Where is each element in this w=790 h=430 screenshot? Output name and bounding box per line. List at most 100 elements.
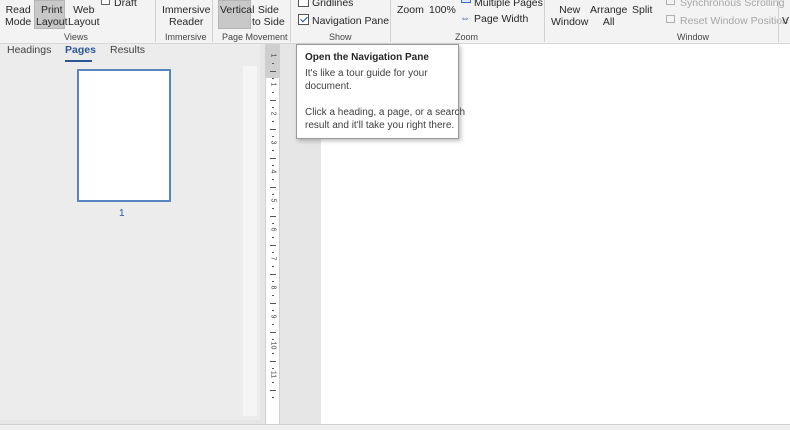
navigation-pane-tooltip: Open the Navigation Pane It's like a tou…	[296, 44, 465, 139]
tab-results[interactable]: Results	[110, 44, 145, 56]
ruler-tick	[270, 302, 276, 304]
ruler-number: 6	[269, 227, 277, 232]
gridlines-checkbox[interactable]	[298, 0, 309, 7]
web-layout-label-2: Layout	[68, 16, 100, 28]
page-width-button[interactable]: Page Width	[474, 13, 528, 25]
read-mode-label-2: Mode	[5, 16, 32, 28]
page-width-icon: ⇔	[460, 13, 470, 24]
ruler-tick	[272, 324, 274, 326]
sync-scrolling-icon	[666, 0, 675, 5]
ruler-tick	[270, 273, 276, 275]
ribbon-overflow[interactable]: V	[782, 15, 789, 27]
tooltip-title: Open the Navigation Pane	[305, 52, 429, 63]
ribbon-view-tab: Read Mode Print Layout Web Layout Draft …	[0, 0, 790, 44]
new-window-button[interactable]: New Window	[551, 4, 588, 28]
ruler-number: 8	[269, 285, 277, 290]
tab-headings[interactable]: Headings	[7, 44, 51, 56]
multiple-pages-icon	[461, 0, 471, 3]
navigation-pane: Headings Pages Results 1	[0, 44, 260, 420]
arrange-all-button[interactable]: Arrange All	[590, 4, 627, 28]
ruler-number: 3	[269, 140, 277, 145]
immersive-group-label: Immersive	[165, 32, 207, 42]
immersive-reader-label-1: Immersive	[162, 4, 211, 16]
ruler-tick	[270, 157, 276, 159]
ruler-top-margin	[266, 44, 280, 78]
ruler-tick	[270, 70, 276, 72]
separator	[390, 0, 391, 42]
ruler-tick	[270, 244, 276, 246]
tooltip-line: document.	[305, 81, 352, 92]
ruler-tick	[272, 208, 274, 210]
reset-window-position-button[interactable]: Reset Window Position	[680, 15, 788, 27]
zoom-button[interactable]: Zoom	[397, 4, 424, 16]
read-mode-button[interactable]: Read Mode	[5, 4, 31, 28]
tooltip-line: It's like a tour guide for your	[305, 68, 428, 79]
ruler-number: 5	[269, 198, 277, 203]
ruler-number: 1	[269, 82, 277, 87]
tab-pages[interactable]: Pages	[65, 44, 96, 56]
ruler-tick	[272, 295, 274, 297]
split-button[interactable]: Split	[632, 4, 652, 16]
word-window: Read Mode Print Layout Web Layout Draft …	[0, 0, 790, 430]
gridlines-label: Gridlines	[312, 0, 354, 9]
ruler-number: 2	[269, 111, 277, 116]
draft-icon	[101, 0, 110, 5]
ruler-tick	[270, 128, 276, 130]
nav-pane-scrollbar[interactable]	[243, 66, 257, 416]
ruler-tick	[272, 92, 274, 94]
ruler-number: 10	[269, 341, 277, 350]
zoom-group-label: Zoom	[455, 32, 479, 42]
ruler-number: 1	[269, 53, 277, 58]
immersive-reader-label-2: Reader	[168, 16, 204, 28]
print-layout-label-1: Print	[40, 4, 63, 16]
separator	[290, 0, 291, 42]
ruler-tick	[270, 99, 276, 101]
ruler-tick	[270, 331, 276, 333]
reset-window-icon	[666, 15, 675, 23]
separator	[778, 0, 779, 42]
read-mode-label-1: Read	[5, 4, 31, 16]
active-tab-indicator	[65, 60, 92, 62]
side-to-side-label-2: to Side	[252, 16, 285, 28]
separator	[544, 0, 545, 42]
side-to-side-button[interactable]: Side to Side	[252, 4, 285, 28]
web-layout-button[interactable]: Web Layout	[68, 4, 100, 28]
page-thumbnail-number: 1	[119, 208, 125, 219]
views-group-label: Views	[64, 32, 88, 42]
ruler-tick	[270, 186, 276, 188]
ruler-number: 4	[269, 169, 277, 174]
ruler-number: 11	[269, 370, 277, 379]
tooltip-line: Click a heading, a page, or a search	[305, 107, 466, 118]
show-group-label: Show	[329, 32, 352, 42]
side-to-side-label-1: Side	[257, 4, 279, 16]
separator	[212, 0, 213, 42]
new-window-label-1: New	[559, 4, 581, 16]
navigation-pane-label: Navigation Pane	[312, 15, 390, 27]
zoom-100-button[interactable]: 100%	[429, 4, 456, 16]
status-bar	[0, 424, 790, 430]
new-window-label-2: Window	[551, 16, 589, 28]
vertical-label: Vertical	[220, 4, 255, 16]
ruler-tick	[272, 121, 274, 123]
tooltip-line: result and it'll take you right there.	[305, 120, 455, 131]
page-movement-group-label: Page Movement	[222, 32, 288, 42]
ruler-tick	[272, 179, 274, 181]
window-group-label: Window	[677, 32, 710, 42]
immersive-reader-button[interactable]: Immersive Reader	[162, 4, 210, 28]
print-layout-label: Print Layout	[36, 4, 68, 28]
draft-button[interactable]: Draft	[114, 0, 137, 9]
ruler-tick	[272, 63, 274, 65]
navigation-pane-checkbox[interactable]	[298, 14, 309, 25]
ruler-tick	[272, 353, 274, 355]
arrange-all-label-1: Arrange	[590, 4, 628, 16]
ruler-tick	[272, 150, 274, 152]
arrange-all-label-2: All	[602, 16, 615, 28]
ruler-tick	[272, 396, 274, 398]
sync-scrolling-button[interactable]: Synchronous Scrolling	[680, 0, 784, 9]
ruler-tick	[270, 389, 276, 391]
ruler-number: 9	[269, 314, 277, 319]
print-layout-label-2: Layout	[36, 16, 68, 28]
multiple-pages-button[interactable]: Multiple Pages	[474, 0, 543, 9]
page-thumbnail[interactable]	[77, 69, 171, 202]
web-layout-label-1: Web	[73, 4, 95, 16]
